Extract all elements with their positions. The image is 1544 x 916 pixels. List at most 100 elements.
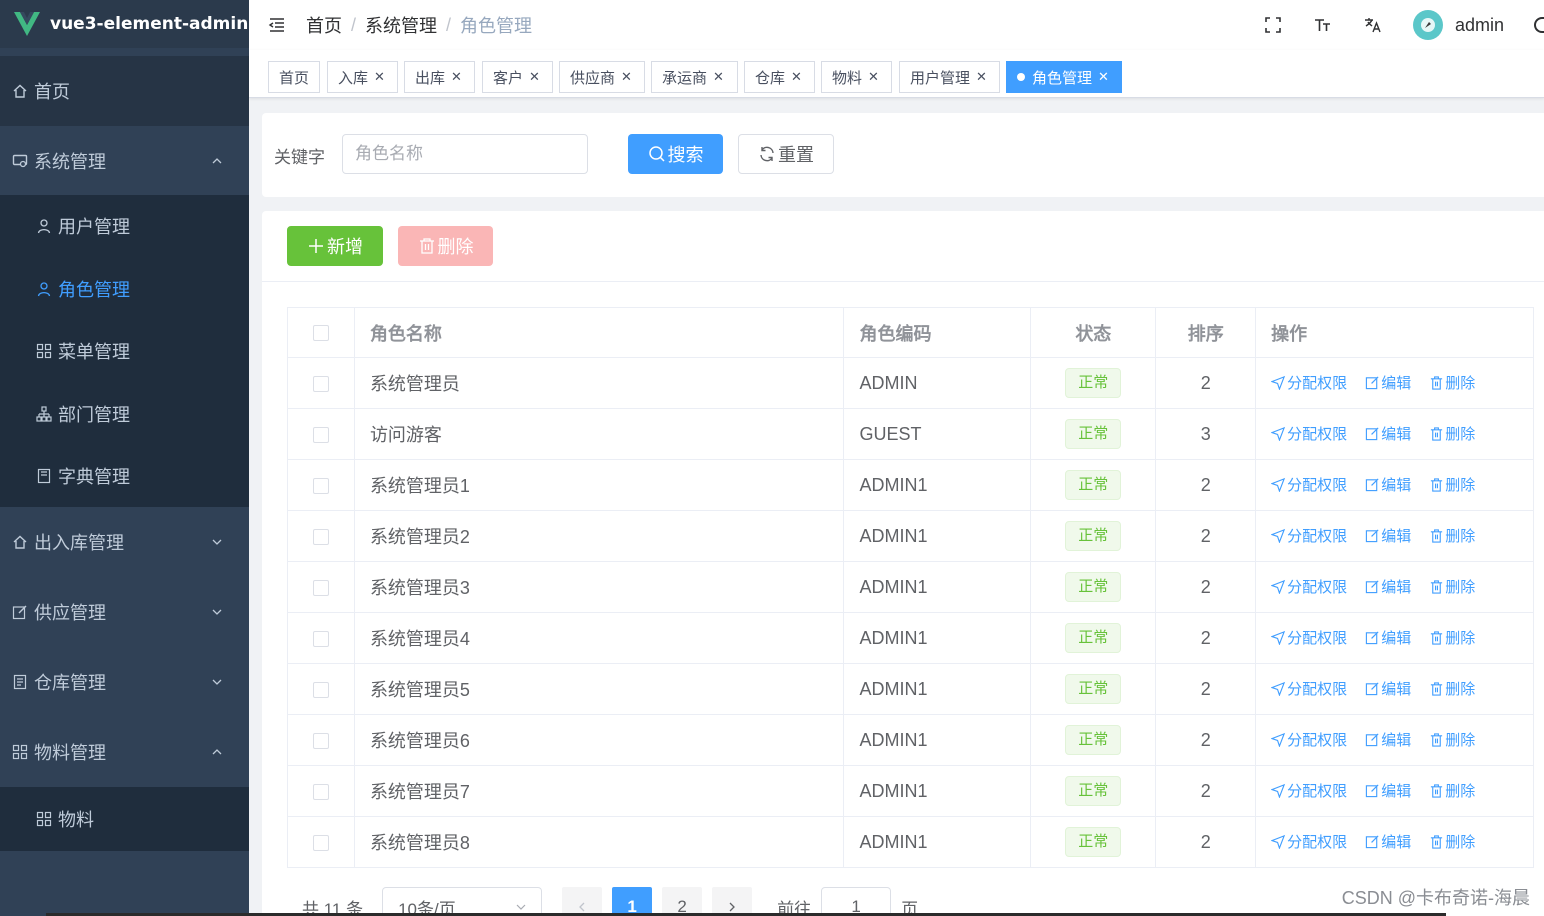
tag-home[interactable]: 首页 (268, 61, 320, 93)
close-icon[interactable]: ✕ (976, 69, 987, 85)
hamburger-icon[interactable] (268, 16, 286, 34)
page-button-1[interactable]: 1 (612, 887, 653, 916)
prev-page-button[interactable] (562, 887, 603, 916)
tag-outbound[interactable]: 出库 ✕ (404, 61, 475, 93)
row-checkbox[interactable] (312, 732, 329, 749)
assign-permission-button[interactable]: 分配权限 (1271, 474, 1347, 495)
sidebar-item-dept[interactable]: 部门管理 (0, 382, 249, 445)
column-header-name: 角色名称 (354, 307, 845, 358)
close-icon[interactable]: ✕ (713, 69, 724, 85)
edit-button[interactable]: 编辑 (1365, 627, 1411, 648)
edit-button[interactable]: 编辑 (1365, 372, 1411, 393)
assign-permission-button[interactable]: 分配权限 (1271, 780, 1347, 801)
assign-permission-label: 分配权限 (1287, 425, 1348, 443)
language-icon[interactable] (1363, 15, 1383, 35)
avatar[interactable] (1412, 10, 1443, 40)
sidebar-item-supply[interactable]: 供应管理 (0, 577, 249, 647)
row-checkbox[interactable] (312, 630, 329, 647)
row-checkbox[interactable] (312, 681, 329, 698)
tag-user-management[interactable]: 用户管理 ✕ (899, 61, 1000, 93)
assign-permission-button[interactable]: 分配权限 (1271, 831, 1347, 852)
tag-role-management[interactable]: 角色管理 ✕ (1006, 61, 1122, 93)
next-page-button[interactable] (712, 887, 753, 916)
sidebar-item-menu[interactable]: 菜单管理 (0, 320, 249, 382)
add-button[interactable]: 新增 (287, 226, 383, 266)
row-checkbox[interactable] (312, 783, 329, 800)
edit-button[interactable]: 编辑 (1365, 729, 1411, 750)
sidebar-item-role[interactable]: 角色管理 (0, 257, 249, 320)
page-button-2[interactable]: 2 (662, 887, 703, 916)
row-checkbox[interactable] (312, 528, 329, 545)
assign-permission-button[interactable]: 分配权限 (1271, 576, 1347, 597)
reset-button[interactable]: 重置 (738, 134, 834, 174)
delete-button[interactable]: 删除 (398, 226, 493, 266)
row-checkbox[interactable] (312, 477, 329, 494)
breadcrumb-item[interactable]: 系统管理 (365, 12, 437, 38)
select-all-checkbox[interactable] (312, 325, 329, 342)
fullscreen-icon[interactable] (1263, 15, 1283, 35)
sidebar-item-inout[interactable]: 出入库管理 (0, 507, 249, 577)
tag-warehouse[interactable]: 仓库 ✕ (744, 61, 815, 93)
edit-button[interactable]: 编辑 (1365, 678, 1411, 699)
sidebar-item-label: 物料 (58, 810, 94, 830)
trash-icon (1429, 783, 1445, 798)
row-checkbox[interactable] (312, 579, 329, 596)
close-icon[interactable]: ✕ (791, 69, 802, 85)
tag-inbound[interactable]: 入库 ✕ (327, 61, 398, 93)
close-icon[interactable]: ✕ (374, 69, 385, 85)
row-checkbox[interactable] (312, 375, 329, 392)
row-delete-button[interactable]: 删除 (1429, 372, 1475, 393)
sidebar-item-home[interactable]: 首页 (0, 56, 249, 126)
sidebar-item-user[interactable]: 用户管理 (0, 195, 249, 257)
jump-input[interactable]: 1 (821, 887, 892, 916)
tag-carrier[interactable]: 承运商 ✕ (651, 61, 738, 93)
sidebar-item-material[interactable]: 物料 (0, 787, 249, 851)
status-cell: 正常 (1030, 714, 1157, 766)
keyword-input[interactable] (342, 134, 588, 174)
logo[interactable]: vue3-element-admin (0, 0, 249, 48)
edit-button[interactable]: 编辑 (1365, 474, 1411, 495)
status-badge: 正常 (1065, 572, 1122, 602)
tag-material[interactable]: 物料 ✕ (821, 61, 892, 93)
sidebar-item-material-group[interactable]: 物料管理 (0, 717, 249, 787)
page-size-select[interactable]: 10条/页 (382, 887, 543, 916)
edit-button[interactable]: 编辑 (1365, 423, 1411, 444)
font-size-icon[interactable] (1313, 15, 1333, 35)
close-icon[interactable]: ✕ (1098, 69, 1109, 85)
assign-permission-button[interactable]: 分配权限 (1271, 423, 1347, 444)
tag-customer[interactable]: 客户 ✕ (482, 61, 553, 93)
edit-button[interactable]: 编辑 (1365, 576, 1411, 597)
row-checkbox[interactable] (312, 834, 329, 851)
sidebar-item-warehouse[interactable]: 仓库管理 (0, 647, 249, 717)
edit-button[interactable]: 编辑 (1365, 780, 1411, 801)
search-button[interactable]: 搜索 (628, 134, 723, 174)
row-delete-button[interactable]: 删除 (1429, 525, 1475, 546)
row-delete-button[interactable]: 删除 (1429, 729, 1475, 750)
sidebar-item-system[interactable]: 系统管理 (0, 126, 249, 195)
row-delete-button[interactable]: 删除 (1429, 831, 1475, 852)
row-delete-button[interactable]: 删除 (1429, 780, 1475, 801)
assign-permission-button[interactable]: 分配权限 (1271, 678, 1347, 699)
tag-supplier[interactable]: 供应商 ✕ (559, 61, 645, 93)
assign-permission-button[interactable]: 分配权限 (1271, 372, 1347, 393)
username[interactable]: admin (1455, 15, 1504, 36)
close-icon[interactable]: ✕ (621, 69, 632, 85)
assign-permission-button[interactable]: 分配权限 (1271, 525, 1347, 546)
edit-button[interactable]: 编辑 (1365, 525, 1411, 546)
assign-permission-button[interactable]: 分配权限 (1271, 729, 1347, 750)
assign-permission-button[interactable]: 分配权限 (1271, 627, 1347, 648)
close-icon[interactable]: ✕ (529, 69, 540, 85)
close-icon[interactable]: ✕ (451, 69, 462, 85)
close-icon[interactable]: ✕ (868, 69, 879, 85)
edit-button[interactable]: 编辑 (1365, 831, 1411, 852)
row-delete-button[interactable]: 删除 (1429, 576, 1475, 597)
row-delete-button[interactable]: 删除 (1429, 627, 1475, 648)
row-delete-button[interactable]: 删除 (1429, 678, 1475, 699)
role-code-cell: GUEST (843, 408, 1032, 460)
sidebar-item-dict[interactable]: 字典管理 (0, 445, 249, 507)
breadcrumb-item[interactable]: 首页 (306, 12, 342, 38)
row-delete-button[interactable]: 删除 (1429, 423, 1475, 444)
logout-icon[interactable] (1534, 17, 1544, 33)
row-checkbox[interactable] (312, 426, 329, 443)
row-delete-button[interactable]: 删除 (1429, 474, 1475, 495)
